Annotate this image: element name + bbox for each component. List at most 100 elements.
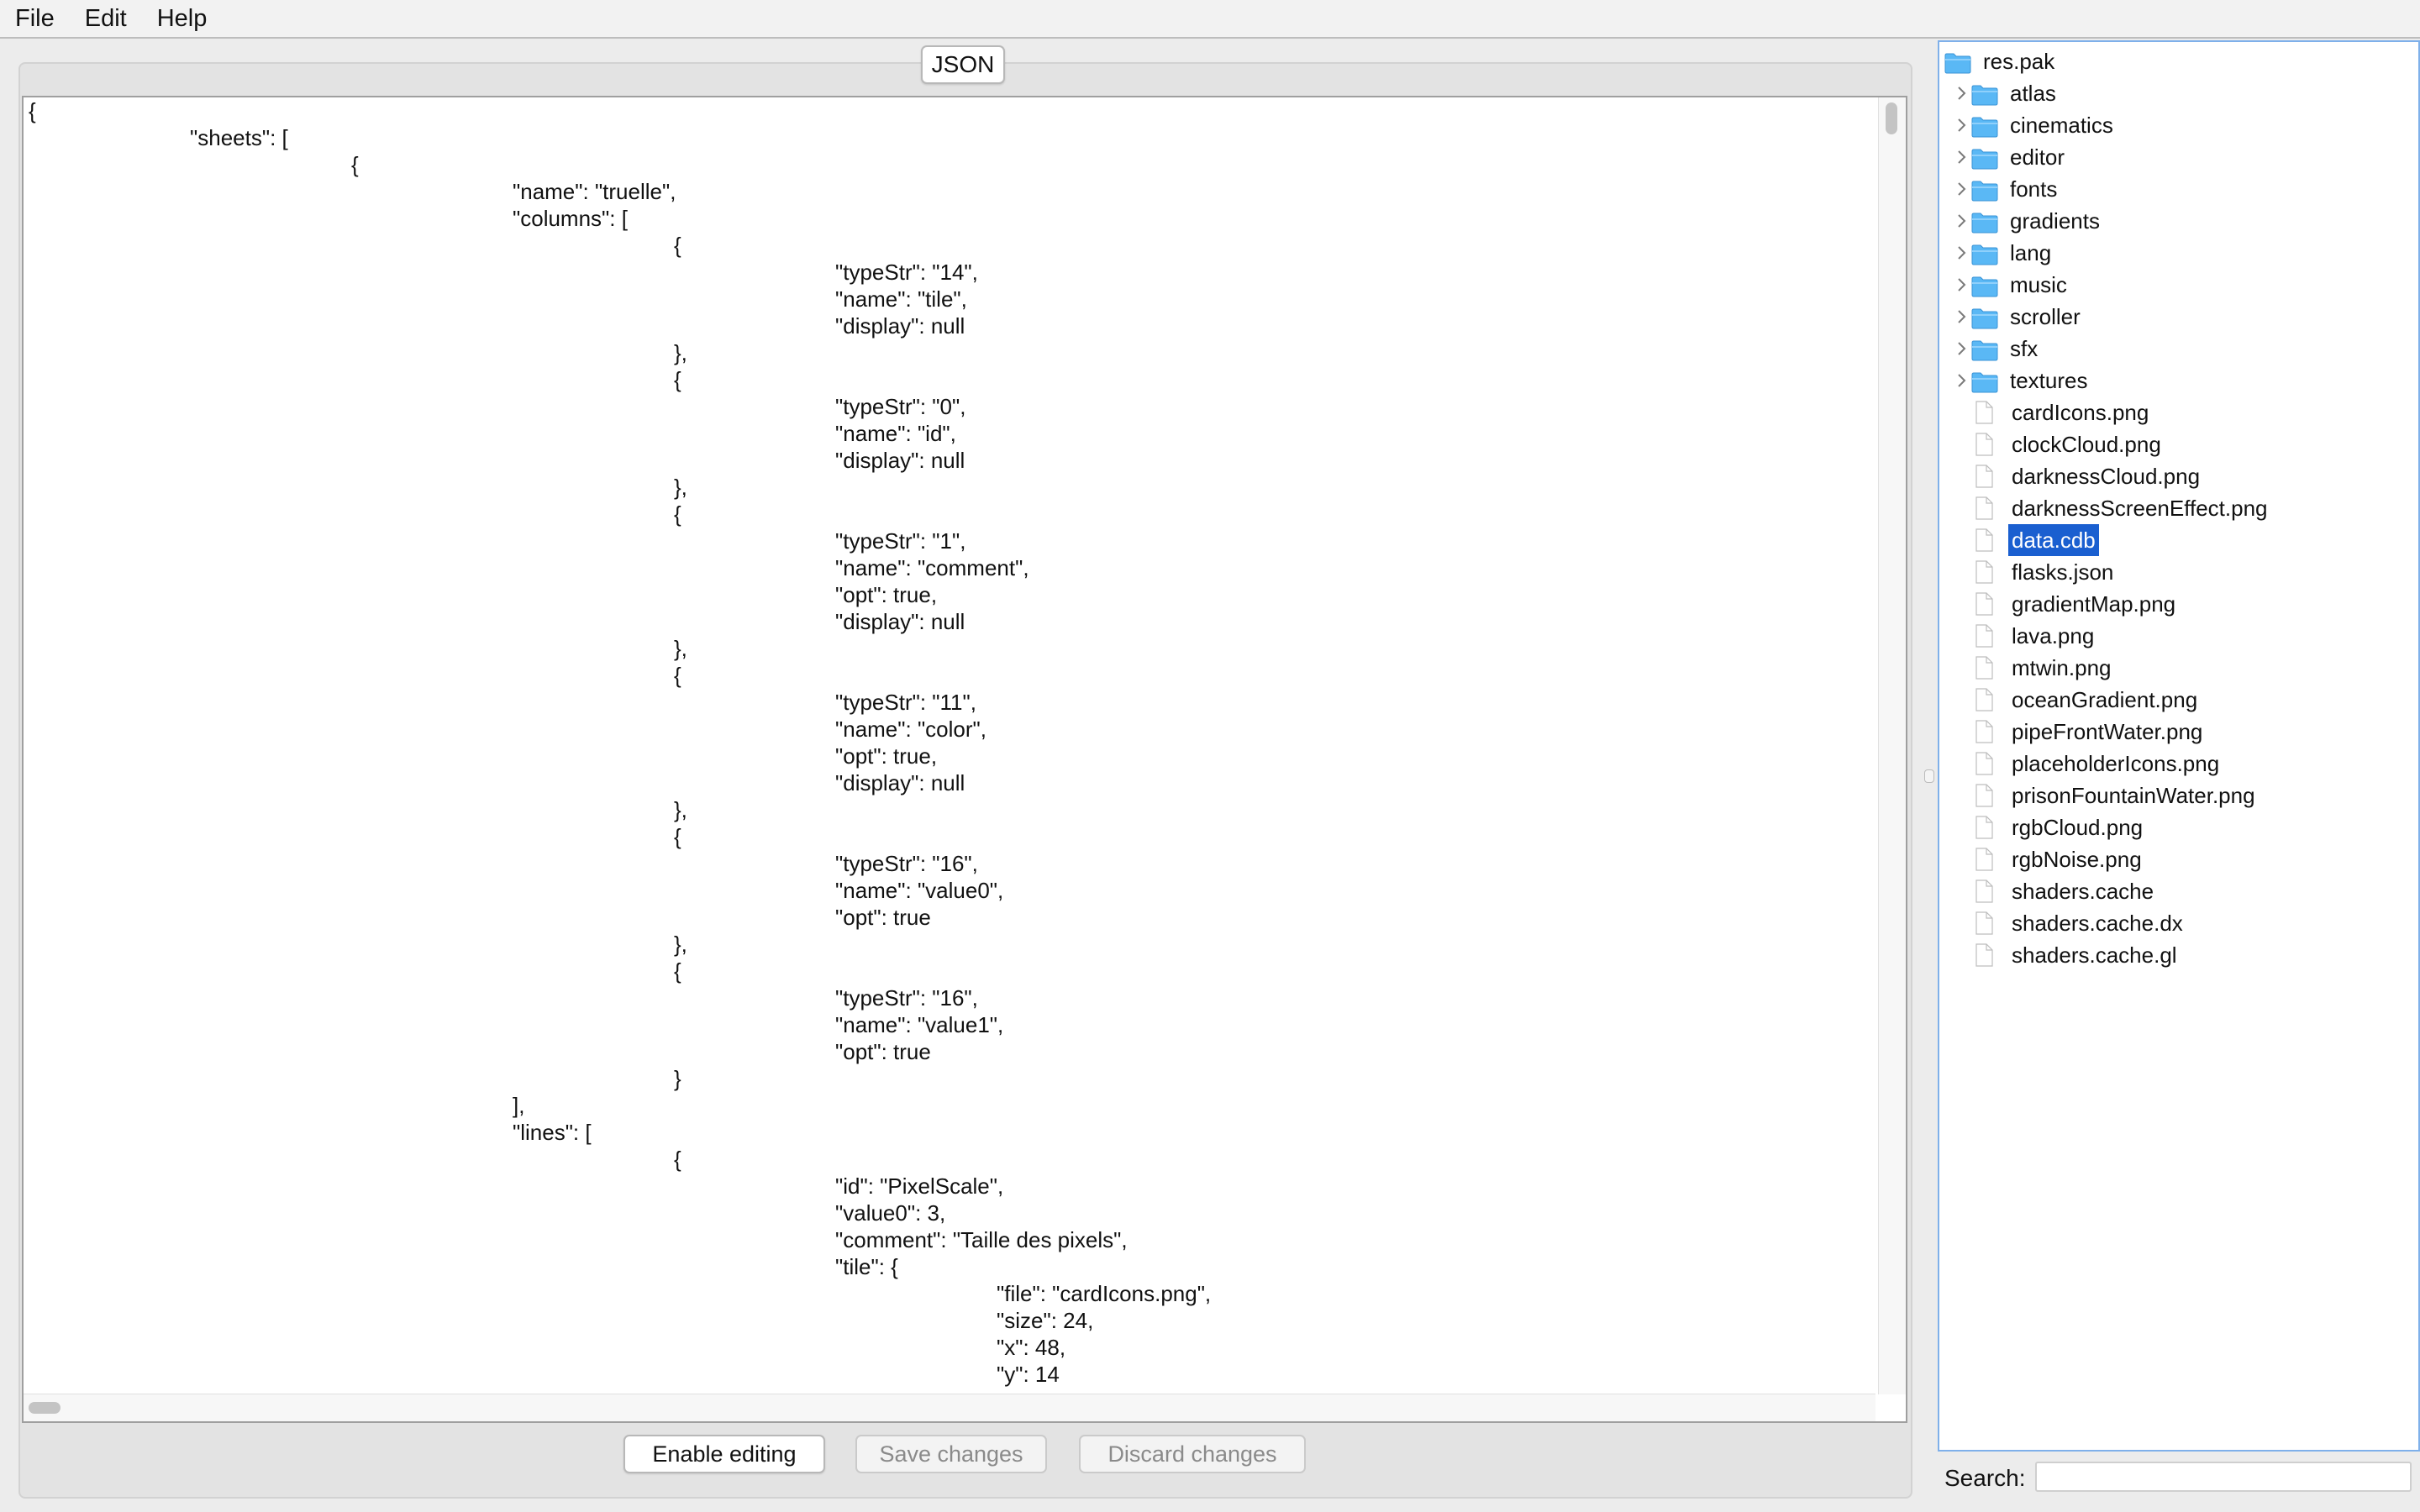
code-line: { xyxy=(674,501,681,527)
tree-file-item[interactable]: rgbCloud.png xyxy=(1953,811,2146,843)
folder-icon xyxy=(1971,210,1998,234)
save-changes-button[interactable]: Save changes xyxy=(855,1435,1047,1473)
chevron-right-icon[interactable] xyxy=(1953,269,1971,301)
code-line: }, xyxy=(674,340,687,365)
folder-icon xyxy=(1971,306,1998,329)
tree-file-item[interactable]: darknessCloud.png xyxy=(1953,460,2203,492)
horizontal-scroll-thumb[interactable] xyxy=(29,1402,60,1414)
chevron-right-icon[interactable] xyxy=(1953,301,1971,333)
tab-json[interactable]: JSON xyxy=(921,45,1005,84)
tree-folder-textures[interactable]: textures xyxy=(1953,365,2091,396)
tree-file-item[interactable]: gradientMap.png xyxy=(1953,588,2179,620)
tree-folder-cinematics[interactable]: cinematics xyxy=(1953,109,2117,141)
json-editor[interactable]: {"sheets": [{"name": "truelle", "columns"… xyxy=(22,96,1907,1423)
split-pane-divider[interactable] xyxy=(1924,769,1934,783)
tree-file-item[interactable]: pipeFrontWater.png xyxy=(1953,716,2206,748)
tree-folder-fonts[interactable]: fonts xyxy=(1953,173,2060,205)
file-icon xyxy=(1975,624,1993,648)
tree-file-item[interactable]: cardIcons.png xyxy=(1953,396,2152,428)
code-line: } xyxy=(674,1066,681,1091)
code-line: }, xyxy=(674,797,687,822)
tree-file-item[interactable]: prisonFountainWater.png xyxy=(1953,780,2259,811)
code-line: "id": "PixelScale", xyxy=(835,1173,1004,1199)
tree-folder-music[interactable]: music xyxy=(1953,269,2070,301)
code-line: { xyxy=(674,663,681,688)
code-line: "typeStr": "14", xyxy=(835,260,978,285)
folder-icon xyxy=(1944,50,1971,74)
code-line: "name": "value1", xyxy=(835,1012,1004,1037)
vertical-scrollbar[interactable] xyxy=(1878,97,1906,1394)
file-icon xyxy=(1975,911,1993,935)
code-line: "x": 48, xyxy=(997,1335,1066,1360)
tree-item-label: darknessCloud.png xyxy=(2012,464,2201,489)
tree-file-item[interactable]: mtwin.png xyxy=(1953,652,2115,684)
file-icon xyxy=(1975,528,1993,552)
tree-item-label: gradientMap.png xyxy=(2012,591,2176,617)
folder-icon xyxy=(1971,146,1998,170)
code-line: "value0": 3, xyxy=(835,1200,946,1226)
code-line: }, xyxy=(674,932,687,957)
tree-file-item[interactable]: lava.png xyxy=(1953,620,2097,652)
folder-icon xyxy=(1971,82,1998,106)
file-icon xyxy=(1975,752,1993,775)
code-line: "typeStr": "16", xyxy=(835,851,978,876)
chevron-right-icon[interactable] xyxy=(1953,77,1971,109)
code-line: "display": null xyxy=(835,770,965,795)
chevron-right-icon[interactable] xyxy=(1953,173,1971,205)
tree-file-item[interactable]: clockCloud.png xyxy=(1953,428,2165,460)
tree-file-item[interactable]: shaders.cache xyxy=(1953,875,2157,907)
tree-folder-gradients[interactable]: gradients xyxy=(1953,205,2103,237)
menu-file[interactable]: File xyxy=(0,0,70,37)
tree-item-label: res.pak xyxy=(1983,49,2055,74)
menu-edit[interactable]: Edit xyxy=(70,0,142,37)
code-line: "typeStr": "16", xyxy=(835,985,978,1011)
tree-item-label: music xyxy=(2010,272,2067,297)
code-line: "name": "color", xyxy=(835,717,986,742)
file-icon xyxy=(1975,943,1993,967)
search-input[interactable] xyxy=(2035,1462,2412,1492)
tree-file-item[interactable]: data.cdb xyxy=(1953,524,2099,556)
enable-editing-button[interactable]: Enable editing xyxy=(623,1435,825,1473)
tree-item-label: placeholderIcons.png xyxy=(2012,751,2220,776)
tree-root-res-pak[interactable]: res.pak xyxy=(1944,45,2058,77)
tree-file-item[interactable]: placeholderIcons.png xyxy=(1953,748,2223,780)
chevron-right-icon[interactable] xyxy=(1953,141,1971,173)
folder-icon xyxy=(1971,370,1998,393)
tree-item-label: clockCloud.png xyxy=(2012,432,2161,457)
vertical-scroll-thumb[interactable] xyxy=(1886,102,1897,134)
folder-icon xyxy=(1971,338,1998,361)
tree-item-label: fonts xyxy=(2010,176,2058,202)
tree-folder-atlas[interactable]: atlas xyxy=(1953,77,2060,109)
tree-item-label: cardIcons.png xyxy=(2012,400,2149,425)
tree-folder-sfx[interactable]: sfx xyxy=(1953,333,2041,365)
code-line: "name": "value0", xyxy=(835,878,1004,903)
code-line: "display": null xyxy=(835,609,965,634)
tree-folder-scroller[interactable]: scroller xyxy=(1953,301,2084,333)
tree-file-item[interactable]: flasks.json xyxy=(1953,556,2117,588)
file-icon xyxy=(1975,592,1993,616)
horizontal-scrollbar[interactable] xyxy=(24,1394,1876,1421)
tree-file-item[interactable]: shaders.cache.gl xyxy=(1953,939,2181,971)
tree-item-label: rgbCloud.png xyxy=(2012,815,2144,840)
chevron-right-icon[interactable] xyxy=(1953,365,1971,396)
menu-help[interactable]: Help xyxy=(142,0,223,37)
file-icon xyxy=(1975,433,1993,456)
chevron-right-icon[interactable] xyxy=(1953,333,1971,365)
discard-changes-button[interactable]: Discard changes xyxy=(1079,1435,1306,1473)
tree-item-label: oceanGradient.png xyxy=(2012,687,2198,712)
json-text-area[interactable]: {"sheets": [{"name": "truelle", "columns"… xyxy=(24,97,1876,1394)
code-line: { xyxy=(674,824,681,849)
chevron-right-icon[interactable] xyxy=(1953,205,1971,237)
chevron-right-icon[interactable] xyxy=(1953,109,1971,141)
code-line: "display": null xyxy=(835,313,965,339)
tree-folder-lang[interactable]: lang xyxy=(1953,237,2054,269)
code-line: { xyxy=(674,233,681,258)
tree-folder-editor[interactable]: editor xyxy=(1953,141,2068,173)
chevron-right-icon[interactable] xyxy=(1953,237,1971,269)
tree-file-item[interactable]: oceanGradient.png xyxy=(1953,684,2201,716)
tree-file-item[interactable]: rgbNoise.png xyxy=(1953,843,2145,875)
tree-file-item[interactable]: shaders.cache.dx xyxy=(1953,907,2186,939)
tree-file-item[interactable]: darknessScreenEffect.png xyxy=(1953,492,2270,524)
code-line: "columns": [ xyxy=(513,206,628,231)
file-tree[interactable]: res.pak atlas cinematics editor fonts gradien… xyxy=(1938,40,2420,1452)
